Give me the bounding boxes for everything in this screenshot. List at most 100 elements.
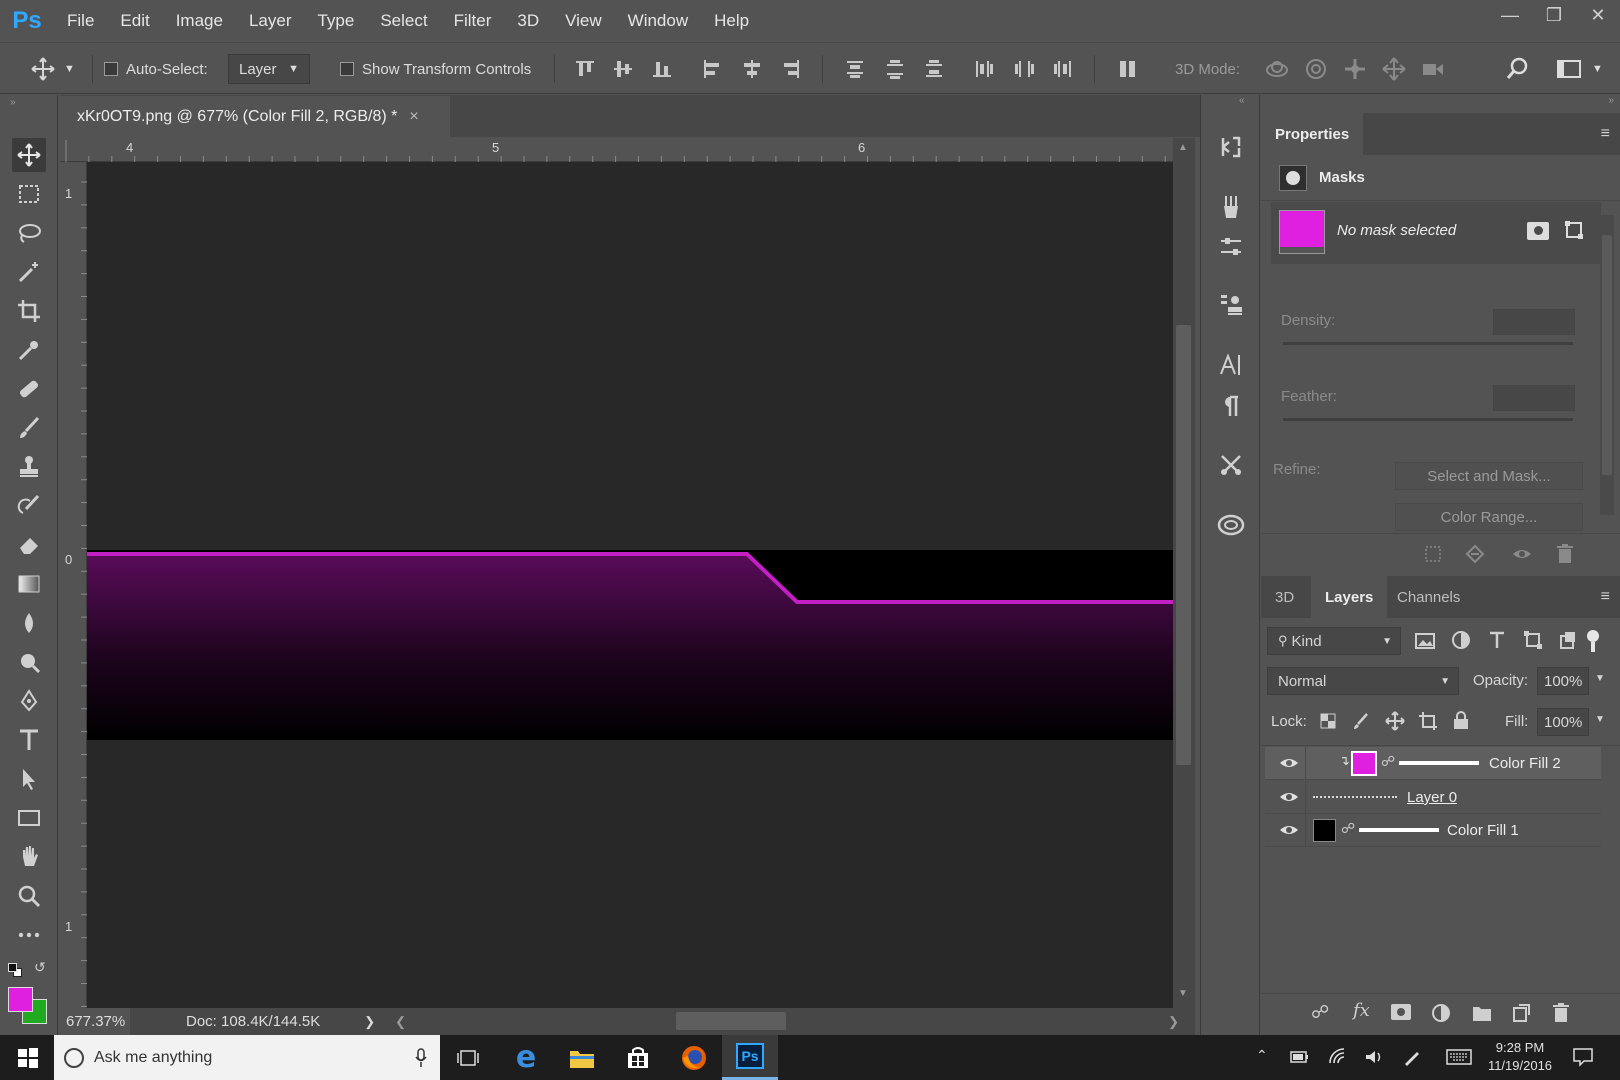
swap-colors-icon[interactable]: ↺ — [34, 959, 46, 976]
filter-smart-object-icon[interactable] — [1558, 630, 1578, 650]
collapse-right-icon[interactable]: » — [1608, 95, 1614, 106]
fill-field[interactable]: 100% — [1537, 708, 1589, 736]
filter-shape-icon[interactable] — [1523, 630, 1543, 650]
filter-toggle-switch[interactable] — [1586, 630, 1600, 652]
cc-libraries-panel-icon[interactable] — [1215, 509, 1247, 541]
add-mask-icon[interactable] — [1391, 1004, 1411, 1020]
blend-mode-dropdown[interactable]: Normal ▼ — [1267, 667, 1459, 695]
zoom-field[interactable]: 677.37% — [60, 1008, 130, 1035]
scroll-left-icon[interactable]: ❮ — [395, 1014, 406, 1030]
density-field[interactable] — [1493, 309, 1575, 335]
checkbox-icon[interactable] — [104, 62, 118, 76]
layer-row-layer-0[interactable]: Layer 0 — [1265, 781, 1601, 814]
layer-thumbnail[interactable] — [1313, 819, 1336, 842]
minimize-icon[interactable]: — — [1488, 0, 1532, 30]
photoshop-taskbar-button[interactable]: Ps — [722, 1035, 778, 1080]
restore-icon[interactable]: ❐ — [1532, 0, 1576, 30]
apply-mask-icon[interactable] — [1465, 544, 1485, 564]
new-layer-icon[interactable] — [1511, 1003, 1531, 1023]
file-explorer-button[interactable] — [554, 1035, 610, 1080]
menu-filter[interactable]: Filter — [441, 11, 505, 31]
3d-slide-icon[interactable] — [1381, 56, 1407, 82]
menu-type[interactable]: Type — [304, 11, 367, 31]
filter-adjustment-icon[interactable] — [1451, 630, 1471, 650]
tab-channels[interactable]: Channels — [1383, 576, 1474, 618]
volume-icon[interactable] — [1364, 1048, 1384, 1066]
distribute-bottom-icon[interactable] — [921, 56, 947, 82]
link-chain-icon[interactable]: ☍ — [1381, 753, 1395, 770]
horizontal-scroll-thumb[interactable] — [676, 1012, 786, 1030]
3d-roll-icon[interactable] — [1303, 56, 1329, 82]
auto-select-checkbox[interactable]: Auto-Select: — [104, 43, 208, 95]
workspace-icon[interactable] — [1556, 56, 1582, 82]
keyboard-icon[interactable] — [1446, 1049, 1472, 1065]
checkbox-icon[interactable] — [340, 62, 354, 76]
color-range-button[interactable]: Color Range... — [1395, 503, 1583, 531]
fill-color-thumbnail[interactable] — [1279, 210, 1325, 254]
move-tool[interactable] — [12, 138, 46, 172]
edge-browser-button[interactable]: e — [498, 1035, 554, 1080]
lock-pixels-icon[interactable] — [1352, 712, 1370, 730]
menu-help[interactable]: Help — [701, 11, 762, 31]
battery-icon[interactable] — [1290, 1048, 1310, 1066]
distribute-right-icon[interactable] — [1050, 56, 1076, 82]
distribute-vcenter-icon[interactable] — [882, 56, 908, 82]
align-top-icon[interactable] — [572, 56, 598, 82]
fx-icon[interactable]: fx — [1353, 1000, 1370, 1021]
density-slider[interactable] — [1283, 342, 1573, 345]
menu-layer[interactable]: Layer — [236, 11, 305, 31]
show-transform-checkbox[interactable]: Show Transform Controls — [340, 43, 531, 95]
visibility-eye-icon[interactable] — [1279, 790, 1299, 804]
select-and-mask-button[interactable]: Select and Mask... — [1395, 462, 1583, 490]
add-vector-mask-icon[interactable] — [1563, 219, 1585, 241]
move-tool-preset[interactable]: ▼ — [30, 43, 75, 95]
auto-align-icon[interactable] — [1115, 56, 1141, 82]
pen-tool[interactable] — [12, 684, 46, 718]
path-selection-tool[interactable] — [12, 762, 46, 796]
layer-row-color-fill-1[interactable]: ☍ Color Fill 1 — [1265, 814, 1601, 847]
expand-panels-icon[interactable]: « — [1239, 95, 1245, 106]
align-vcenter-icon[interactable] — [610, 56, 636, 82]
menu-3d[interactable]: 3D — [504, 11, 552, 31]
brush-tool[interactable] — [12, 411, 46, 445]
add-pixel-mask-icon[interactable] — [1527, 222, 1549, 240]
load-selection-icon[interactable] — [1423, 544, 1443, 564]
distribute-top-icon[interactable] — [842, 56, 868, 82]
auto-select-dropdown[interactable]: Layer ▼ — [228, 54, 310, 84]
3d-camera-icon[interactable] — [1420, 56, 1446, 82]
healing-brush-tool[interactable] — [12, 372, 46, 406]
layer-row-color-fill-2[interactable]: ↴ ☍ Color Fill 2 — [1265, 747, 1601, 780]
document-tab[interactable]: xKr0OT9.png @ 677% (Color Fill 2, RGB/8)… — [60, 96, 450, 138]
scroll-down-icon[interactable]: ▼ — [1178, 988, 1188, 999]
layer-thumbnail[interactable] — [1351, 751, 1377, 776]
default-colors-icon[interactable] — [8, 963, 22, 977]
align-hcenter-icon[interactable] — [739, 56, 765, 82]
menu-file[interactable]: File — [54, 11, 107, 31]
feather-slider[interactable] — [1283, 418, 1573, 421]
blur-tool[interactable] — [12, 606, 46, 640]
show-hidden-icons[interactable]: ⌃ — [1256, 1047, 1268, 1064]
panel-menu-icon[interactable]: ≡ — [1601, 588, 1610, 606]
tab-properties[interactable]: Properties — [1261, 113, 1364, 155]
visibility-eye-icon[interactable] — [1279, 756, 1299, 770]
menu-window[interactable]: Window — [615, 11, 701, 31]
clone-source-panel-icon[interactable] — [1215, 289, 1247, 321]
link-layers-icon[interactable]: ☍ — [1311, 1002, 1329, 1023]
new-group-folder-icon[interactable] — [1471, 1003, 1493, 1023]
lasso-tool[interactable] — [12, 216, 46, 250]
delete-layer-icon[interactable] — [1551, 1002, 1571, 1024]
filter-pixel-icon[interactable] — [1414, 631, 1436, 651]
adjustments-panel-icon[interactable] — [1215, 231, 1247, 263]
microphone-icon[interactable] — [414, 1047, 428, 1068]
clone-stamp-tool[interactable] — [12, 450, 46, 484]
eraser-tool[interactable] — [12, 528, 46, 562]
firefox-button[interactable] — [666, 1035, 722, 1080]
marquee-tool[interactable] — [12, 177, 46, 211]
zoom-tool[interactable] — [12, 879, 46, 913]
opacity-chevron-icon[interactable]: ▼ — [1595, 673, 1605, 684]
wifi-icon[interactable] — [1328, 1047, 1348, 1067]
lock-artboard-icon[interactable] — [1418, 711, 1438, 731]
menu-image[interactable]: Image — [163, 11, 236, 31]
crop-tool[interactable] — [12, 294, 46, 328]
hand-tool[interactable] — [12, 840, 46, 874]
